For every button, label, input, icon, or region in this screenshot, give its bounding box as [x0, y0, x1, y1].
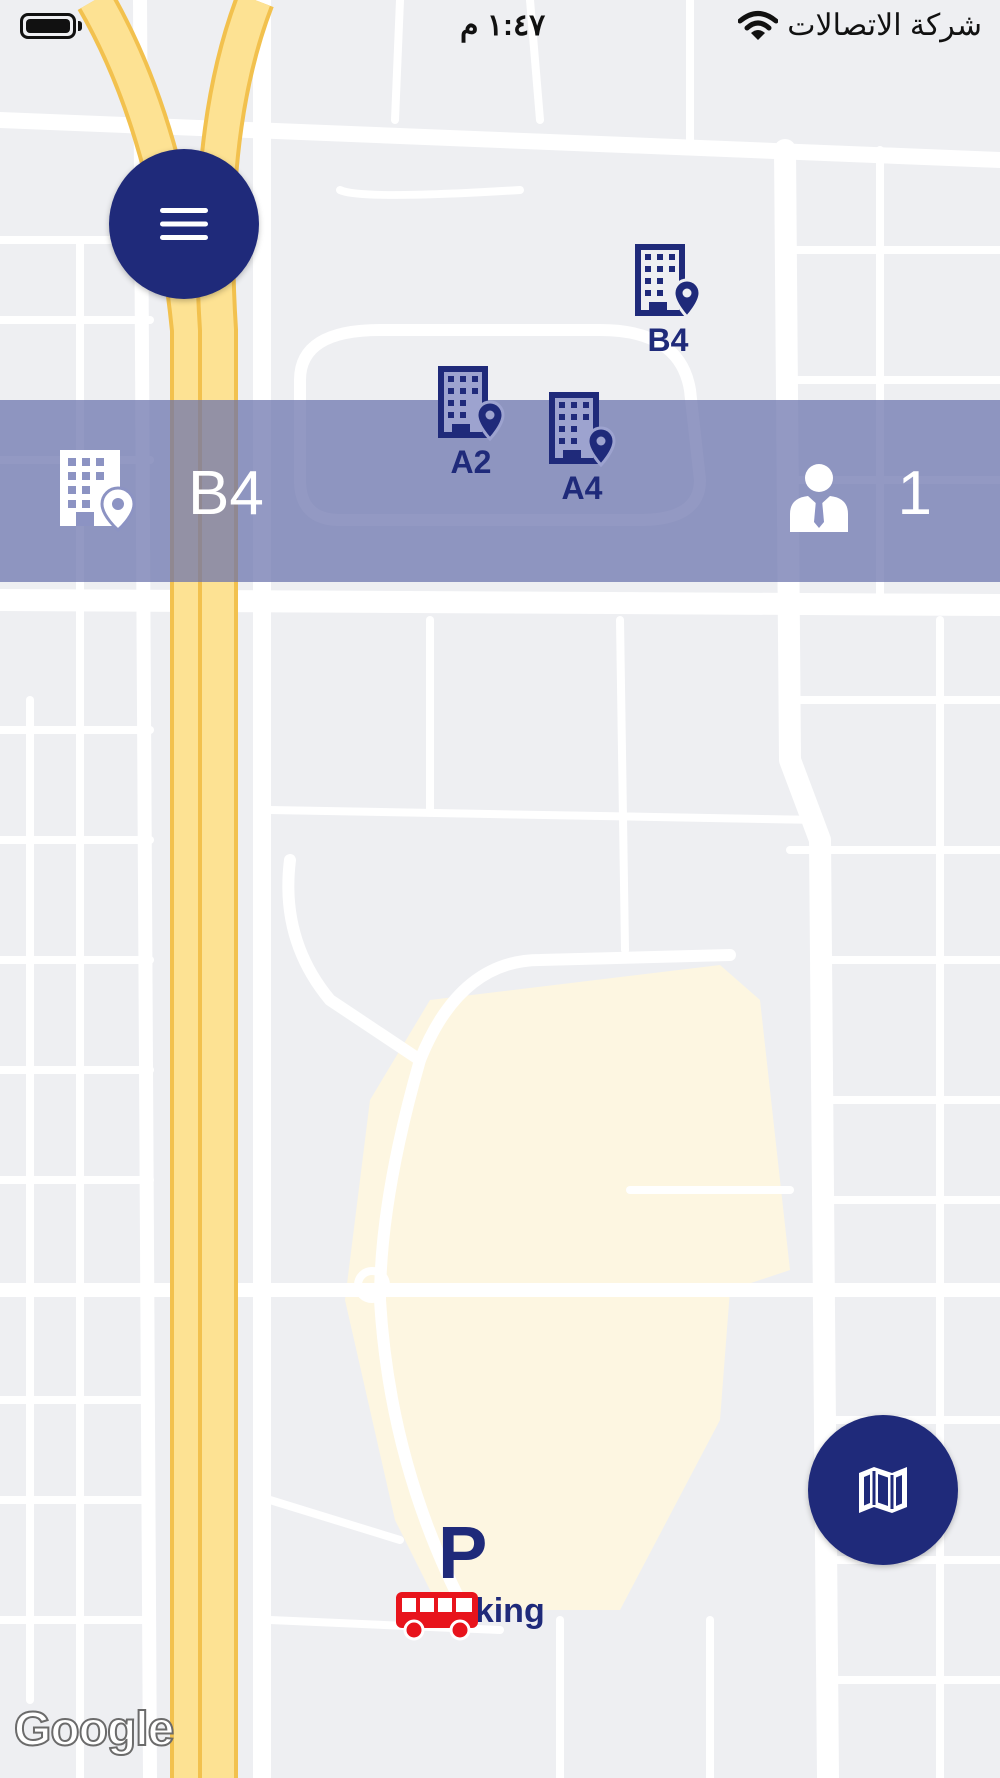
people-count: 1: [897, 459, 932, 528]
building-location-icon: [549, 392, 616, 468]
person-icon: [790, 464, 848, 532]
google-logo[interactable]: Google: [13, 1702, 175, 1757]
status-bar: ١:٤٧ م شركة الاتصالات: [0, 0, 1000, 52]
battery-icon: [20, 13, 76, 39]
map-toggle-button[interactable]: [808, 1415, 958, 1565]
hamburger-menu-icon: [160, 208, 208, 240]
bus-icon: [396, 1592, 478, 1641]
building-location-icon: [60, 450, 136, 532]
wifi-icon: [738, 11, 778, 40]
battery-tip: [78, 21, 82, 31]
marker-label: B4: [647, 322, 689, 358]
parking-marker[interactable]: P Parking: [380, 1510, 560, 1641]
marker-label: A2: [450, 444, 492, 480]
marker-label: A4: [561, 470, 603, 506]
status-time: ١:٤٧ م: [460, 9, 546, 42]
building-marker-a2[interactable]: A2: [426, 362, 516, 481]
selected-building-label: B4: [188, 459, 264, 528]
building-marker-a4[interactable]: A4: [537, 388, 627, 507]
parking-symbol: P: [438, 1511, 488, 1594]
map-icon: [859, 1467, 907, 1513]
building-marker-b4[interactable]: B4: [623, 240, 713, 359]
menu-button[interactable]: [109, 149, 259, 299]
building-location-icon: [438, 366, 505, 442]
status-carrier: شركة الاتصالات: [787, 9, 982, 42]
building-location-icon: [635, 244, 702, 320]
